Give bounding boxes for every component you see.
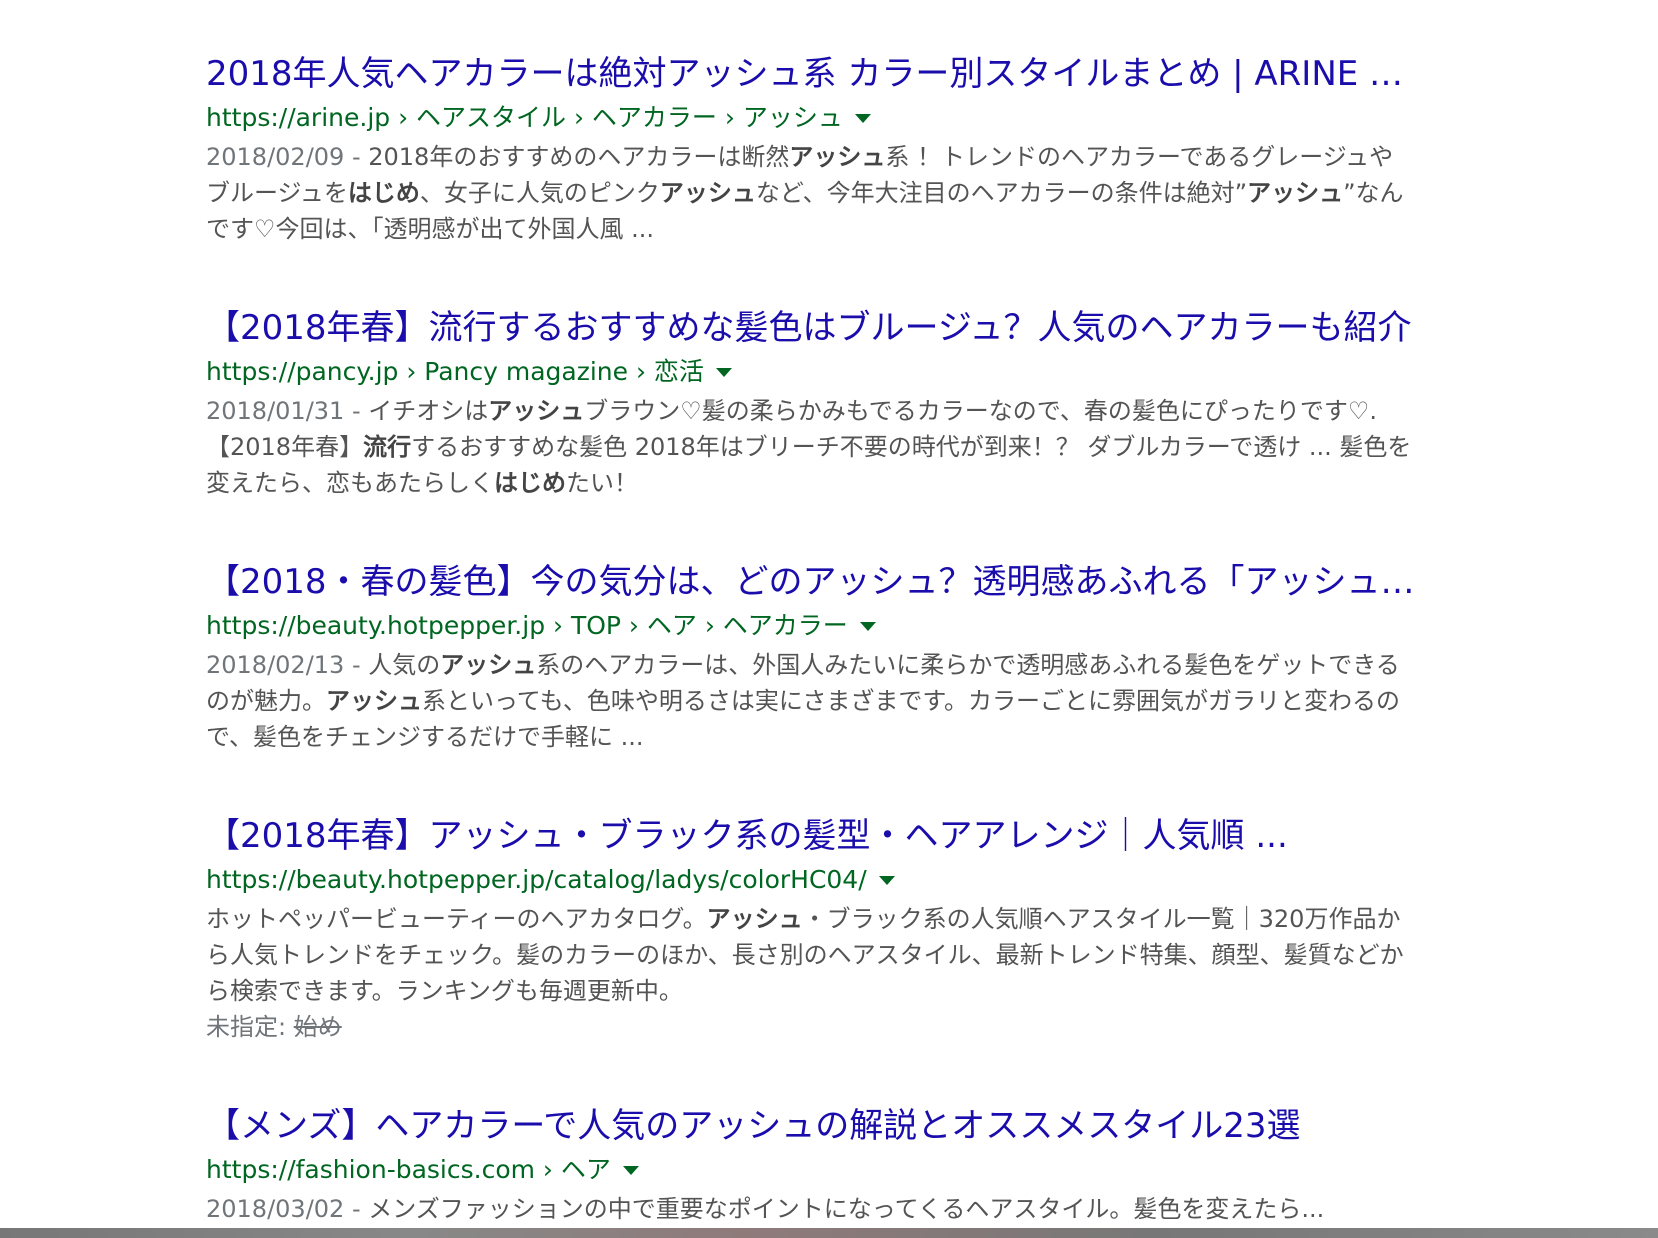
search-result: 2018年人気ヘアカラーは絶対アッシュ系 カラー別スタイルまとめ | ARINE… [206, 50, 1416, 247]
result-snippet: 2018/02/09 - 2018年のおすすめのヘアカラーは断然アッシュ系 ！ト… [206, 143, 1404, 243]
result-url: https://fashion-basics.com › ヘア [206, 1152, 1416, 1188]
missing-term: 始め [293, 1013, 342, 1041]
result-title-link[interactable]: 【2018年春】アッシュ・ブラック系の髪型・ヘアアレンジ｜人気順 ... [206, 812, 1416, 860]
search-result: 【2018年春】アッシュ・ブラック系の髪型・ヘアアレンジ｜人気順 ... htt… [206, 812, 1416, 1045]
snippet-date: 2018/01/31 - [206, 397, 369, 425]
caret-down-icon[interactable] [854, 113, 871, 123]
search-result: 【2018・春の髪色】今の気分は、どのアッシュ？透明感あふれる「アッシュカラー」… [206, 558, 1416, 755]
result-url-text: https://arine.jp › ヘアスタイル › ヘアカラー › アッシュ [206, 103, 843, 132]
search-result: 【メンズ】ヘアカラーで人気のアッシュの解説とオススメスタイル23選 https:… [206, 1102, 1416, 1227]
result-url: https://beauty.hotpepper.jp/catalog/lady… [206, 862, 1416, 898]
result-title-link[interactable]: 2018年人気ヘアカラーは絶対アッシュ系 カラー別スタイルまとめ | ARINE… [206, 50, 1416, 98]
bottom-bar [0, 1228, 1658, 1238]
result-url: https://arine.jp › ヘアスタイル › ヘアカラー › アッシュ [206, 100, 1416, 136]
search-result: 【2018年春】流行するおすすめな髪色はブルージュ？人気のヘアカラーも紹介 ht… [206, 304, 1416, 501]
result-url-text: https://fashion-basics.com › ヘア [206, 1155, 611, 1184]
caret-down-icon[interactable] [622, 1165, 639, 1175]
missing-terms: 未指定: 始め [206, 1009, 1416, 1045]
caret-down-icon[interactable] [878, 875, 895, 885]
caret-down-icon[interactable] [715, 367, 732, 377]
snippet-date: 2018/02/09 - [206, 143, 369, 171]
result-snippet: 2018/02/13 - 人気のアッシュ系のヘアカラーは、外国人みたいに柔らかで… [206, 651, 1400, 751]
caret-down-icon[interactable] [859, 621, 876, 631]
result-url: https://pancy.jp › Pancy magazine › 恋活 [206, 354, 1416, 390]
results-list: 2018年人気ヘアカラーは絶対アッシュ系 カラー別スタイルまとめ | ARINE… [206, 50, 1416, 1238]
search-results-page: 2018年人気ヘアカラーは絶対アッシュ系 カラー別スタイルまとめ | ARINE… [0, 0, 1658, 1238]
result-url-text: https://beauty.hotpepper.jp › TOP › ヘア ›… [206, 611, 848, 640]
result-title-link[interactable]: 【メンズ】ヘアカラーで人気のアッシュの解説とオススメスタイル23選 [206, 1102, 1416, 1150]
result-snippet: 2018/01/31 - イチオシはアッシュブラウン♡髪の柔らかみもでるカラーな… [206, 397, 1412, 497]
result-snippet: ホットペッパービューティーのヘアカタログ。アッシュ・ブラック系の人気順ヘアスタイ… [206, 905, 1404, 1005]
result-url-text: https://beauty.hotpepper.jp/catalog/lady… [206, 865, 867, 894]
result-title-link[interactable]: 【2018年春】流行するおすすめな髪色はブルージュ？人気のヘアカラーも紹介 [206, 304, 1416, 352]
result-snippet: 2018/03/02 - メンズファッションの中で重要なポイントになってくるヘア… [206, 1195, 1325, 1223]
snippet-date: 2018/03/02 - [206, 1195, 369, 1223]
result-url-text: https://pancy.jp › Pancy magazine › 恋活 [206, 357, 704, 386]
snippet-date: 2018/02/13 - [206, 651, 369, 679]
missing-terms-label: 未指定: [206, 1013, 294, 1041]
result-title-link[interactable]: 【2018・春の髪色】今の気分は、どのアッシュ？透明感あふれる「アッシュカラー」 [206, 558, 1416, 606]
result-url: https://beauty.hotpepper.jp › TOP › ヘア ›… [206, 608, 1416, 644]
